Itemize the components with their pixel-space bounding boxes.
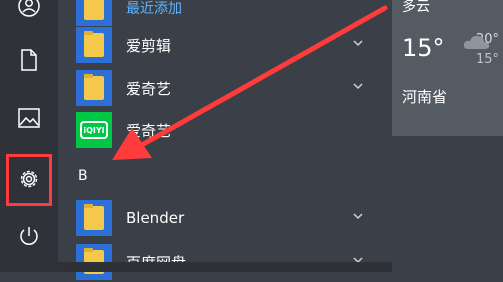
annotation-arrow [112,5,388,160]
